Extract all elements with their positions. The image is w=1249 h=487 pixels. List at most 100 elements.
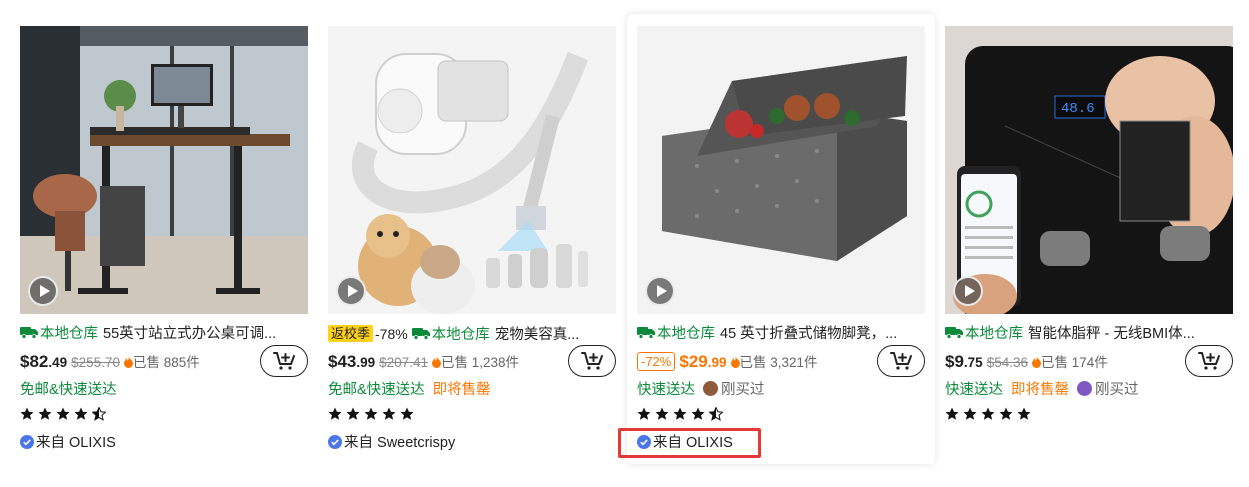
star-icon: [655, 407, 669, 420]
avatar: [1077, 381, 1092, 396]
play-icon[interactable]: [953, 276, 983, 306]
shipping-row: 免邮&快速送达 即将售罄: [328, 380, 491, 400]
shipping-label: 免邮&快速送达: [20, 382, 117, 398]
sold-count: 已售 1,238件: [440, 355, 520, 370]
seller-row[interactable]: 来自 OLIXIS: [20, 433, 116, 453]
cart-add-icon: [273, 352, 295, 370]
star-icon: [1017, 407, 1031, 420]
truck-icon: [945, 327, 963, 339]
flame-icon: [123, 356, 133, 368]
rating-stars: [637, 407, 727, 425]
play-icon[interactable]: [336, 276, 366, 306]
cart-add-icon: [890, 352, 912, 370]
product-card[interactable]: 本地仓库 45 英寸折叠式储物脚凳，... -72% $29.99 已售 3,321件…: [627, 14, 935, 464]
product-name[interactable]: 55英寸站立式办公桌可调...: [103, 326, 276, 342]
add-to-cart-button[interactable]: [260, 345, 308, 377]
svg-text:48.6: 48.6: [1061, 101, 1095, 117]
recent-buyer: 刚买过: [1077, 381, 1139, 398]
product-title-row[interactable]: 本地仓库 智能体脂秤 - 无线BMI体...: [945, 324, 1235, 344]
sold-count: 已售 3,321件: [739, 355, 818, 370]
star-half-icon: [92, 407, 106, 421]
rating-stars: [328, 407, 418, 425]
verified-check-icon: [20, 435, 34, 449]
star-icon: [637, 407, 651, 420]
product-image[interactable]: 48.6: [945, 26, 1233, 314]
truck-icon: [411, 328, 430, 340]
seller-row[interactable]: 来自 Sweetcrispy: [328, 433, 455, 453]
play-icon[interactable]: [28, 276, 58, 306]
truck-icon: [637, 327, 655, 339]
product-card[interactable]: 返校季 -78% 本地仓库 宠物美容真... $43.99 $207.41 已售 1,23…: [318, 14, 626, 464]
verified-check-icon: [328, 435, 342, 449]
shipping-row: 免邮&快速送达: [20, 380, 117, 400]
warehouse-label: 本地仓库: [965, 326, 1023, 342]
star-icon: [382, 407, 396, 420]
seller-name[interactable]: Sweetcrispy: [377, 435, 455, 451]
add-to-cart-button[interactable]: [877, 345, 925, 377]
play-icon[interactable]: [645, 276, 675, 306]
star-icon: [981, 407, 995, 420]
original-price: $207.41: [379, 355, 428, 370]
star-icon: [38, 407, 52, 420]
recent-buyer: 刚买过: [703, 381, 765, 398]
star-icon: [56, 407, 70, 420]
star-icon: [691, 407, 705, 420]
star-icon: [999, 407, 1013, 420]
product-image[interactable]: [637, 26, 925, 314]
product-image[interactable]: [20, 26, 308, 314]
cart-add-icon: [581, 352, 603, 370]
product-name[interactable]: 45 英寸折叠式储物脚凳，...: [720, 326, 897, 342]
rating-stars: [20, 407, 110, 425]
seller-name[interactable]: OLIXIS: [69, 435, 116, 451]
product-grid: 本地仓库 55英寸站立式办公桌可调... $82.49 $255.70 已售 885件…: [0, 0, 1249, 487]
star-icon: [963, 407, 977, 420]
cart-add-icon: [1198, 352, 1220, 370]
shipping-label: 快速送达: [945, 382, 1003, 398]
seller-prefix: 来自: [36, 435, 65, 451]
shipping-label: 快速送达: [637, 382, 695, 398]
flame-icon: [1032, 356, 1041, 368]
avatar: [703, 381, 718, 396]
product-title-row[interactable]: 本地仓库 55英寸站立式办公桌可调...: [20, 324, 310, 344]
product-image[interactable]: [328, 26, 616, 314]
star-icon: [400, 407, 414, 420]
sold-count: 已售 885件: [132, 355, 200, 370]
product-name[interactable]: 宠物美容真...: [495, 327, 580, 343]
add-to-cart-button[interactable]: [1185, 345, 1233, 377]
price: $9.75: [945, 352, 983, 371]
product-card[interactable]: 48.6 本地仓库 智能体脂秤 - 无线BMI体... $9.75 $54.36…: [935, 14, 1243, 464]
truck-icon: [20, 327, 38, 339]
sale-percent: -78%: [375, 326, 408, 342]
product-card[interactable]: 本地仓库 55英寸站立式办公桌可调... $82.49 $255.70 已售 885件…: [10, 14, 318, 464]
original-price: $255.70: [71, 355, 120, 370]
star-icon: [346, 407, 360, 420]
rating-stars: [945, 407, 1035, 425]
star-icon: [364, 407, 378, 420]
highlight-box: [618, 428, 761, 458]
urgency-label: 即将售罄: [1011, 382, 1069, 398]
star-icon: [673, 407, 687, 420]
sold-count: 已售 174件: [1041, 355, 1108, 370]
star-icon: [20, 407, 34, 420]
add-to-cart-button[interactable]: [568, 345, 616, 377]
seller-prefix: 来自: [344, 435, 373, 451]
warehouse-label: 本地仓库: [431, 327, 490, 343]
flame-icon: [730, 356, 740, 368]
product-title-row[interactable]: 本地仓库 45 英寸折叠式储物脚凳，...: [637, 324, 927, 344]
shipping-row: 快速送达 即将售罄 刚买过: [945, 380, 1139, 400]
product-title-row[interactable]: 返校季 -78% 本地仓库 宠物美容真...: [328, 324, 618, 344]
sale-tag: 返校季: [328, 325, 374, 342]
product-name[interactable]: 智能体脂秤 - 无线BMI体...: [1028, 326, 1195, 342]
star-icon: [328, 407, 342, 420]
warehouse-label: 本地仓库: [40, 326, 98, 342]
urgency-label: 即将售罄: [432, 382, 491, 398]
star-icon: [945, 407, 959, 420]
star-half-icon: [709, 407, 723, 421]
price: $82.49: [20, 352, 68, 371]
star-icon: [74, 407, 88, 420]
shipping-label: 免邮&快速送达: [328, 382, 425, 398]
price: $29.99: [679, 352, 727, 371]
warehouse-label: 本地仓库: [657, 326, 715, 342]
discount-badge: -72%: [637, 352, 676, 371]
price: $43.99: [328, 352, 376, 371]
